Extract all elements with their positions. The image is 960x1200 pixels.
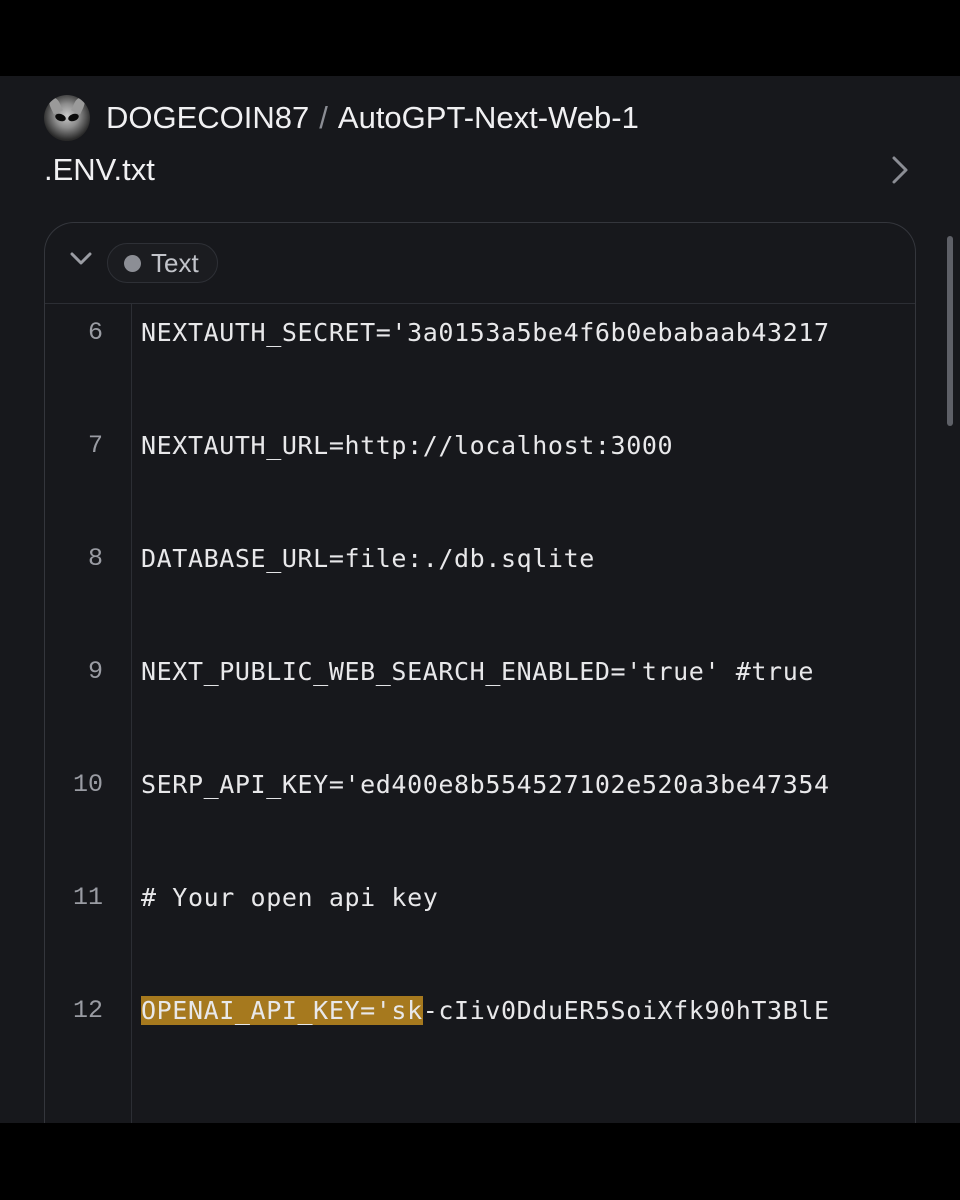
line-text: # Your open api key	[141, 883, 439, 912]
chevron-right-icon[interactable]	[886, 150, 914, 190]
code-line: 11 # Your open api key	[45, 875, 915, 921]
code-viewer: Text 6 NEXTAUTH_SECRET='3a0153a5be4f6b0e…	[44, 222, 916, 1123]
code-line: 7 NEXTAUTH_URL=http://localhost:3000	[45, 423, 915, 469]
scrollbar[interactable]	[947, 236, 953, 426]
code-line: 10 SERP_API_KEY='ed400e8b554527102e520a3…	[45, 762, 915, 808]
language-label: Text	[151, 247, 199, 278]
code-line: 9 NEXT_PUBLIC_WEB_SEARCH_ENABLED='true' …	[45, 649, 915, 695]
line-number: 6	[87, 318, 103, 347]
line-text-rest: -cIiv0DduER5SoiXfk90hT3BlE	[422, 996, 830, 1025]
text-selection-highlight[interactable]: OPENAI_API_KEY='sk	[141, 996, 423, 1025]
code-body[interactable]: 6 NEXTAUTH_SECRET='3a0153a5be4f6b0ebabaa…	[45, 303, 915, 1123]
repo-owner-link[interactable]: DOGECOIN87	[106, 100, 309, 136]
repo-header: DOGECOIN87 / AutoGPT-Next-Web-1	[44, 95, 639, 141]
line-number: 10	[72, 770, 103, 799]
owner-avatar[interactable]	[44, 95, 90, 141]
line-text: NEXT_PUBLIC_WEB_SEARCH_ENABLED='true' #t…	[141, 657, 815, 686]
language-dot-icon	[124, 254, 141, 272]
avatar-eye-left	[54, 112, 67, 123]
line-text: DATABASE_URL=file:./db.sqlite	[141, 544, 595, 573]
line-number: 7	[87, 431, 103, 460]
code-line: 6 NEXTAUTH_SECRET='3a0153a5be4f6b0ebabaa…	[45, 310, 915, 356]
avatar-ear-left	[47, 95, 63, 115]
line-number: 12	[72, 996, 103, 1025]
line-text: NEXTAUTH_SECRET='3a0153a5be4f6b0ebabaab4…	[141, 318, 830, 347]
chevron-down-icon[interactable]	[67, 249, 95, 269]
line-text: NEXTAUTH_URL=http://localhost:3000	[141, 431, 674, 460]
line-number: 11	[72, 883, 103, 912]
app-screen: DOGECOIN87 / AutoGPT-Next-Web-1 .ENV.txt…	[0, 76, 960, 1123]
avatar-ear-right	[71, 95, 87, 115]
repo-name-link[interactable]: AutoGPT-Next-Web-1	[338, 100, 639, 136]
line-number: 9	[87, 657, 103, 686]
file-name: .ENV.txt	[44, 152, 155, 187]
avatar-eye-right	[67, 112, 80, 123]
line-text: SERP_API_KEY='ed400e8b554527102e520a3be4…	[141, 770, 830, 799]
breadcrumb-separator: /	[319, 100, 328, 135]
code-line: 8 DATABASE_URL=file:./db.sqlite	[45, 536, 915, 582]
line-text: OPENAI_API_KEY='sk-cIiv0DduER5SoiXfk90hT…	[141, 988, 830, 1034]
line-number: 8	[87, 544, 103, 573]
code-line: 12 OPENAI_API_KEY='sk-cIiv0DduER5SoiXfk9…	[45, 988, 915, 1034]
code-viewer-header: Text	[45, 223, 915, 303]
language-badge: Text	[107, 243, 218, 283]
